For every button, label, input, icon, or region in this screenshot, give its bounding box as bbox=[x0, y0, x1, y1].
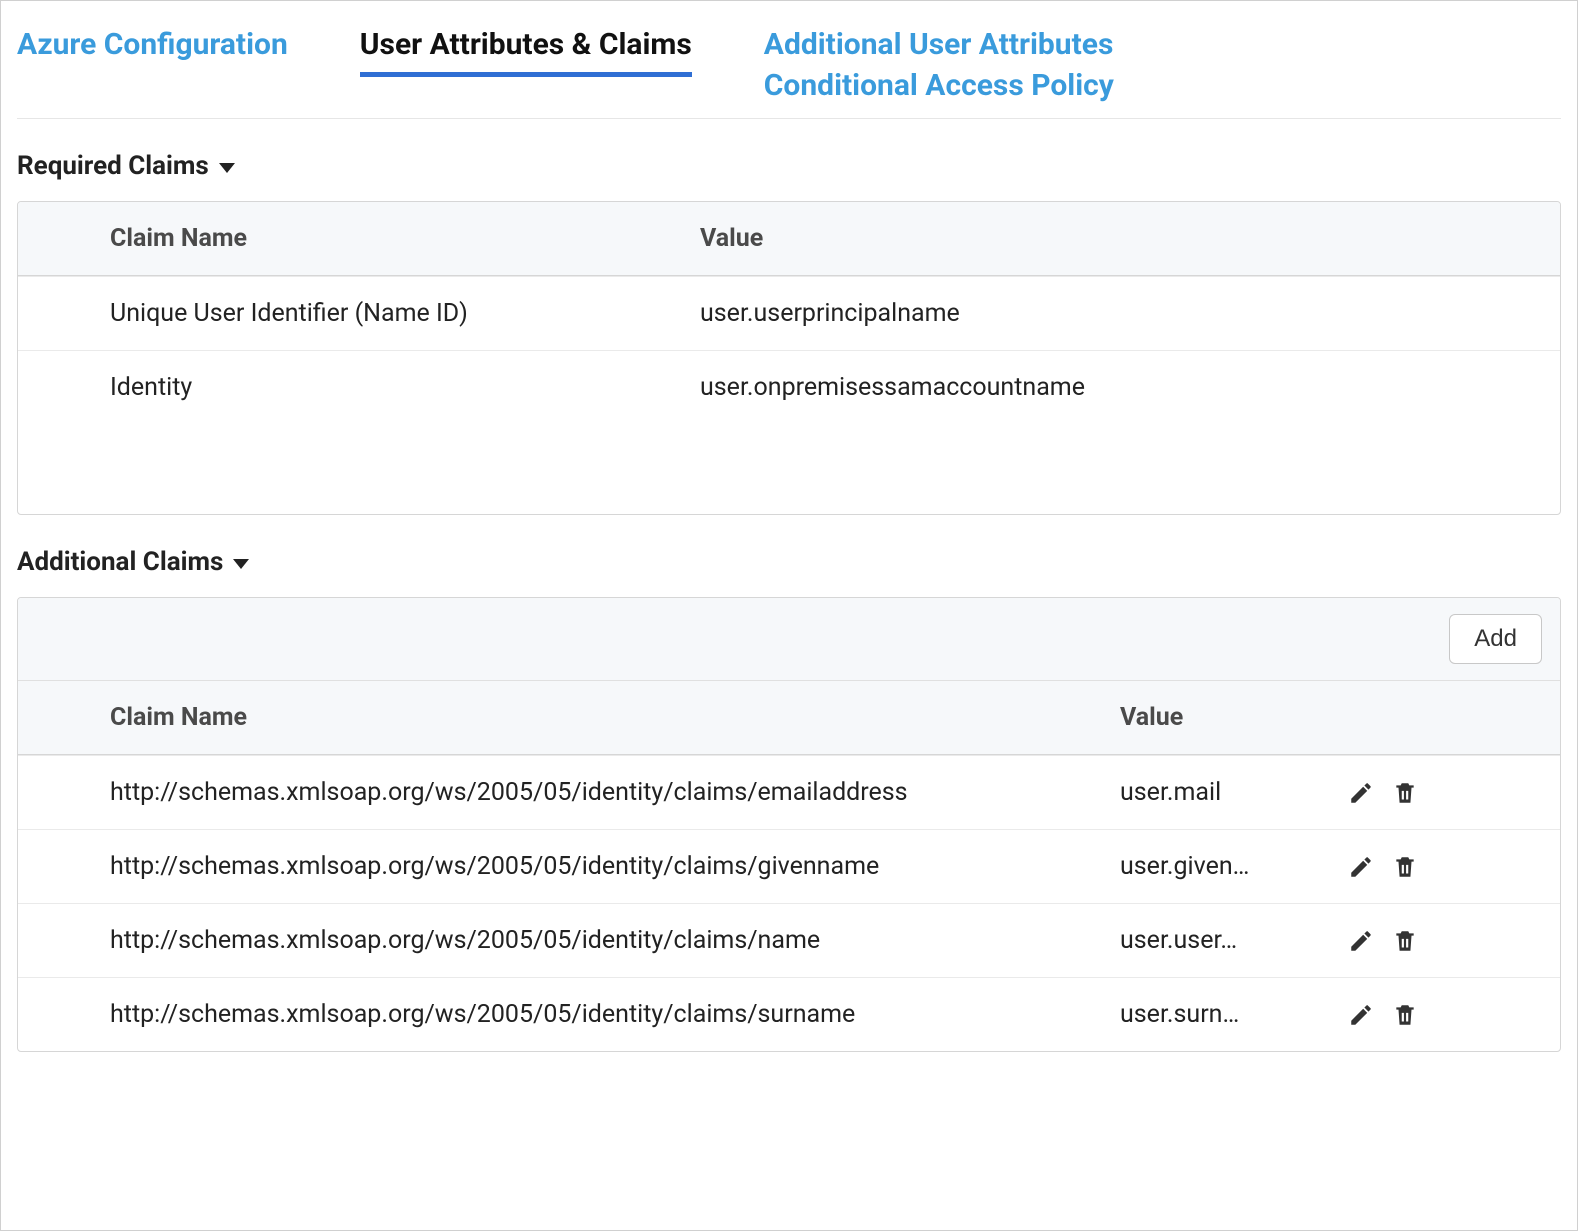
edit-icon[interactable] bbox=[1348, 854, 1374, 880]
claim-value-cell: user.mail bbox=[1120, 778, 1340, 807]
tab-azure-configuration[interactable]: Azure Configuration bbox=[17, 25, 288, 66]
additional-claims-title: Additional Claims bbox=[17, 547, 223, 577]
claim-name-cell: http://schemas.xmlsoap.org/ws/2005/05/id… bbox=[110, 926, 1120, 955]
claim-value-cell: user.surn… bbox=[1120, 1000, 1340, 1029]
claim-value-cell: user.given… bbox=[1120, 852, 1340, 881]
caret-down-icon bbox=[219, 163, 235, 173]
tab-user-attributes-claims[interactable]: User Attributes & Claims bbox=[360, 25, 692, 77]
claim-value-cell: user.user… bbox=[1120, 926, 1340, 955]
claim-name-cell: Unique User Identifier (Name ID) bbox=[110, 299, 700, 328]
column-header-claim-name: Claim Name bbox=[110, 224, 700, 253]
claim-name-cell: http://schemas.xmlsoap.org/ws/2005/05/id… bbox=[110, 778, 1120, 807]
table-row: Unique User Identifier (Name ID) user.us… bbox=[18, 276, 1560, 350]
edit-icon[interactable] bbox=[1348, 780, 1374, 806]
additional-claims-panel: Add Claim Name Value http://schemas.xmls… bbox=[17, 597, 1561, 1052]
table-row: http://schemas.xmlsoap.org/ws/2005/05/id… bbox=[18, 829, 1560, 903]
delete-icon[interactable] bbox=[1392, 1002, 1418, 1028]
column-header-claim-name: Claim Name bbox=[110, 703, 1120, 732]
add-button[interactable]: Add bbox=[1449, 614, 1542, 664]
claim-name-cell: Identity bbox=[110, 373, 700, 402]
claim-name-cell: http://schemas.xmlsoap.org/ws/2005/05/id… bbox=[110, 1000, 1120, 1029]
table-row: http://schemas.xmlsoap.org/ws/2005/05/id… bbox=[18, 977, 1560, 1051]
claim-value-cell: user.onpremisessamaccountname bbox=[700, 373, 1560, 402]
tab-conditional-access-policy[interactable]: Conditional Access Policy bbox=[764, 66, 1114, 107]
tab-bar: Azure Configuration User Attributes & Cl… bbox=[17, 1, 1561, 119]
edit-icon[interactable] bbox=[1348, 1002, 1374, 1028]
caret-down-icon bbox=[233, 559, 249, 569]
column-header-value: Value bbox=[700, 224, 1560, 253]
table-row: http://schemas.xmlsoap.org/ws/2005/05/id… bbox=[18, 755, 1560, 829]
additional-claims-header: Claim Name Value bbox=[18, 681, 1560, 755]
required-claims-toggle[interactable]: Required Claims bbox=[17, 151, 1561, 181]
column-header-value: Value bbox=[1120, 703, 1340, 732]
additional-claims-toggle[interactable]: Additional Claims bbox=[17, 547, 1561, 577]
claim-value-cell: user.userprincipalname bbox=[700, 299, 1560, 328]
required-claims-title: Required Claims bbox=[17, 151, 209, 181]
tab-additional-user-attributes[interactable]: Additional User Attributes bbox=[764, 25, 1114, 66]
table-row: Identity user.onpremisessamaccountname bbox=[18, 350, 1560, 424]
required-claims-panel: Claim Name Value Unique User Identifier … bbox=[17, 201, 1561, 515]
claim-name-cell: http://schemas.xmlsoap.org/ws/2005/05/id… bbox=[110, 852, 1120, 881]
delete-icon[interactable] bbox=[1392, 928, 1418, 954]
delete-icon[interactable] bbox=[1392, 780, 1418, 806]
delete-icon[interactable] bbox=[1392, 854, 1418, 880]
additional-claims-toolbar: Add bbox=[18, 598, 1560, 681]
required-claims-header: Claim Name Value bbox=[18, 202, 1560, 276]
table-row: http://schemas.xmlsoap.org/ws/2005/05/id… bbox=[18, 903, 1560, 977]
edit-icon[interactable] bbox=[1348, 928, 1374, 954]
